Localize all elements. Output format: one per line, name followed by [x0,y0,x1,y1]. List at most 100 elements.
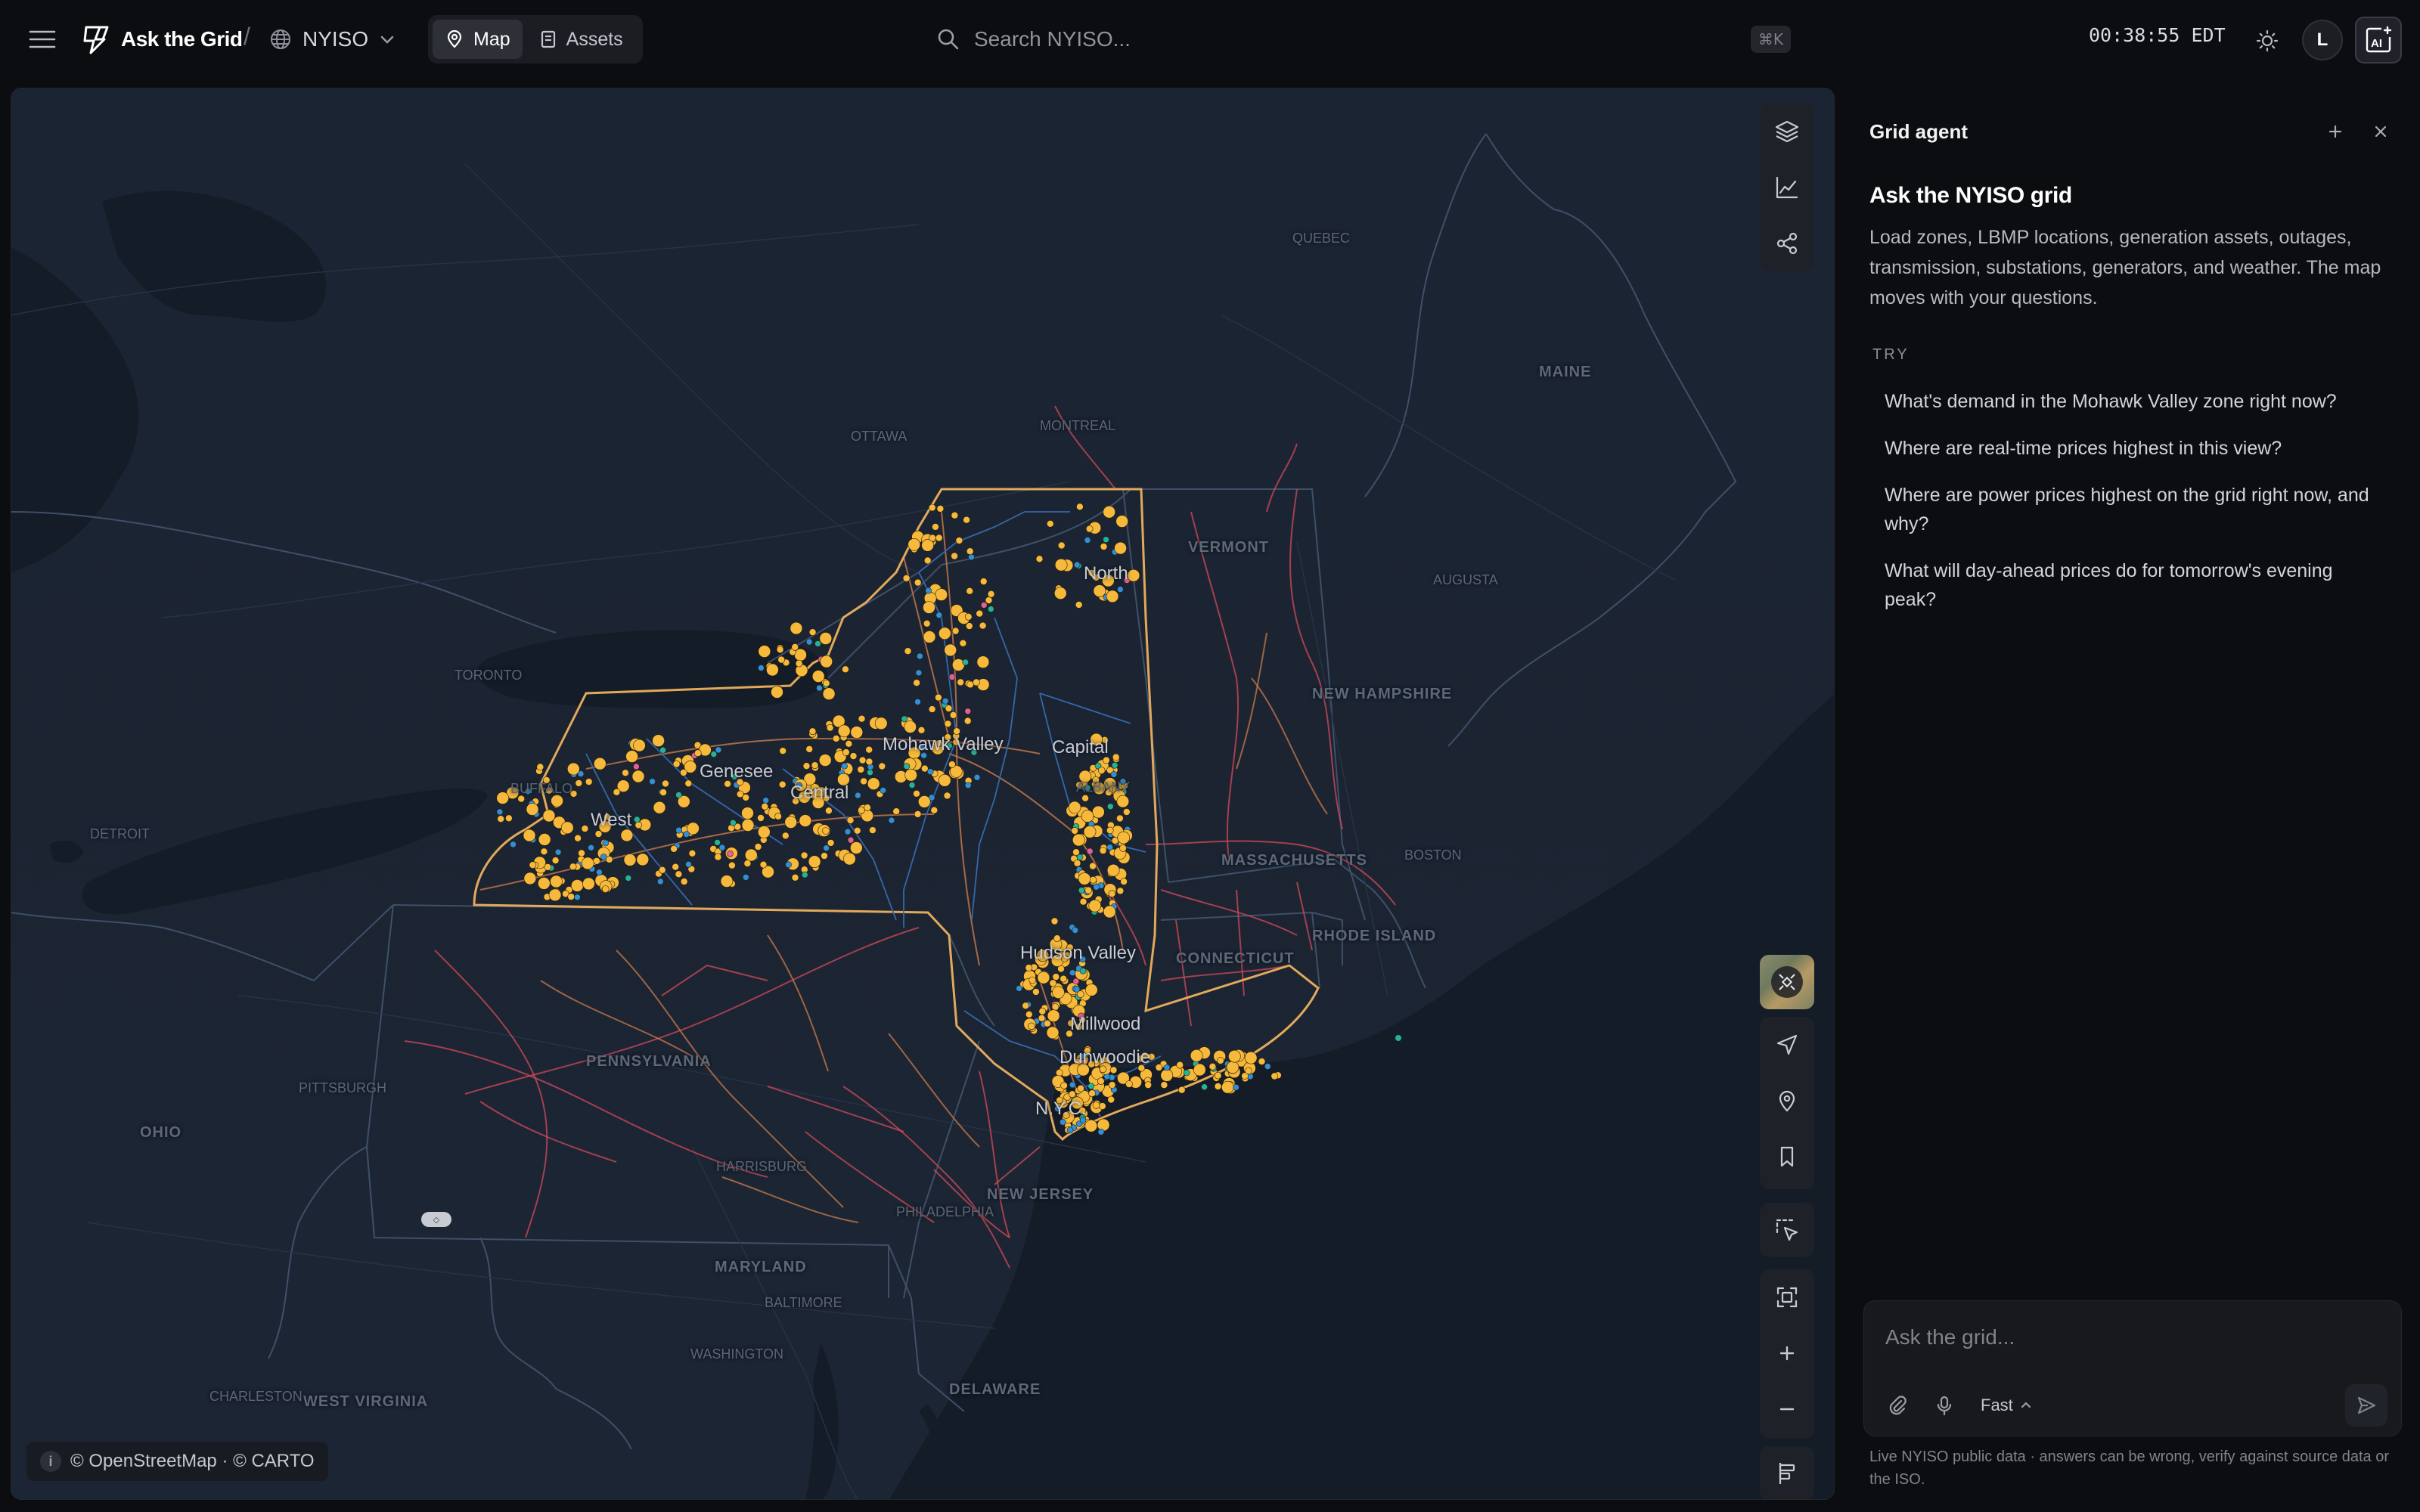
generator-marker[interactable] [1088,1089,1096,1097]
generator-marker[interactable] [1025,964,1033,971]
generator-marker[interactable] [918,795,931,808]
outage-marker[interactable] [633,763,640,770]
lbmp-node-marker[interactable] [823,844,830,852]
generator-marker[interactable] [1190,1049,1203,1062]
substation-marker[interactable] [1087,1083,1094,1089]
generator-marker[interactable] [935,693,942,702]
lbmp-node-marker[interactable] [656,878,664,885]
generator-marker[interactable] [1089,876,1097,884]
generator-marker[interactable] [979,578,988,585]
generator-marker[interactable] [1051,1003,1060,1011]
generator-marker[interactable] [1083,825,1097,838]
generator-marker[interactable] [850,841,863,854]
generator-marker[interactable] [1022,1002,1029,1010]
generator-marker[interactable] [802,762,811,770]
generator-marker[interactable] [805,745,813,753]
fit-bounds-button[interactable] [1760,1269,1814,1325]
share-button[interactable] [1760,215,1814,271]
substation-marker[interactable] [675,792,682,798]
generator-marker[interactable] [837,724,851,738]
generator-marker[interactable] [930,806,939,814]
generator-marker[interactable] [1106,826,1114,835]
generator-marker[interactable] [1084,1119,1098,1132]
outage-marker[interactable] [980,602,988,609]
generator-marker[interactable] [659,789,667,796]
generator-marker[interactable] [1032,988,1040,996]
generator-marker[interactable] [864,804,871,812]
generator-marker[interactable] [774,812,782,820]
lbmp-node-marker[interactable] [683,831,690,838]
generator-marker[interactable] [1076,503,1084,511]
generator-marker[interactable] [1115,515,1128,528]
generator-marker[interactable] [821,852,828,860]
generator-marker[interactable] [1160,1081,1168,1089]
generator-marker[interactable] [1116,795,1130,808]
generator-marker[interactable] [1038,1007,1047,1015]
generator-marker[interactable] [948,761,956,768]
generator-marker[interactable] [822,827,830,835]
generator-marker[interactable] [1258,1058,1266,1065]
generator-marker[interactable] [569,863,577,871]
generator-marker[interactable] [966,547,974,556]
generator-marker[interactable] [550,875,563,888]
info-icon[interactable]: i [40,1451,61,1472]
generator-marker[interactable] [843,852,856,866]
generator-marker[interactable] [1245,1067,1252,1075]
generator-marker[interactable] [497,815,505,823]
generator-marker[interactable] [582,877,595,891]
generator-marker[interactable] [1081,794,1089,802]
generator-marker[interactable] [1193,1063,1206,1077]
generator-marker[interactable] [1068,801,1081,814]
lbmp-node-marker[interactable] [1073,561,1081,569]
generator-marker[interactable] [672,760,681,768]
generator-marker[interactable] [1214,1083,1222,1090]
generator-marker[interactable] [1127,569,1140,582]
basemap-switcher[interactable] [1760,955,1814,1009]
generator-marker[interactable] [523,829,536,842]
generator-marker[interactable] [1035,555,1044,563]
generator-marker[interactable] [1081,810,1094,823]
generator-marker[interactable] [1116,887,1125,895]
lbmp-node-marker[interactable] [675,826,682,834]
generator-marker[interactable] [913,789,920,798]
generator-marker[interactable] [808,855,821,869]
lbmp-node-marker[interactable] [914,699,921,705]
generator-marker[interactable] [966,622,973,630]
generator-marker[interactable] [955,537,963,544]
generator-marker[interactable] [987,590,995,598]
generator-marker[interactable] [1103,505,1115,519]
generator-marker[interactable] [1085,525,1094,533]
generator-marker[interactable] [951,511,959,519]
generator-marker[interactable] [1176,1061,1184,1069]
generator-marker[interactable] [536,763,544,771]
generator-marker[interactable] [1079,897,1087,906]
generator-marker[interactable] [1221,1080,1234,1094]
generator-marker[interactable] [1099,1102,1106,1110]
generator-marker[interactable] [620,829,634,842]
generator-marker[interactable] [964,612,973,621]
generator-marker[interactable] [1025,1011,1033,1018]
generator-marker[interactable] [985,596,993,604]
generator-marker[interactable] [754,843,762,850]
generator-marker[interactable] [781,832,790,840]
generator-marker[interactable] [858,806,865,814]
layers-button[interactable] [1760,104,1814,160]
generator-marker[interactable] [951,627,960,635]
lbmp-node-marker[interactable] [785,861,792,868]
charts-button[interactable] [1760,160,1814,215]
send-button[interactable] [2345,1384,2387,1427]
lbmp-node-marker[interactable] [574,894,581,901]
generator-marker[interactable] [551,857,560,864]
generator-marker[interactable] [976,609,983,618]
lbmp-node-marker[interactable] [1106,844,1113,851]
generator-marker[interactable] [1144,1081,1152,1089]
lbmp-node-marker[interactable] [1072,927,1078,934]
substation-marker[interactable] [714,839,721,846]
lbmp-node-marker[interactable] [742,874,749,881]
generator-marker[interactable] [714,853,722,861]
lbmp-node-marker[interactable] [715,746,722,754]
generator-marker[interactable] [766,663,779,677]
generator-marker[interactable] [771,686,783,699]
map-attribution[interactable]: i © OpenStreetMap · © CARTO [26,1442,328,1481]
generator-marker[interactable] [826,723,834,732]
